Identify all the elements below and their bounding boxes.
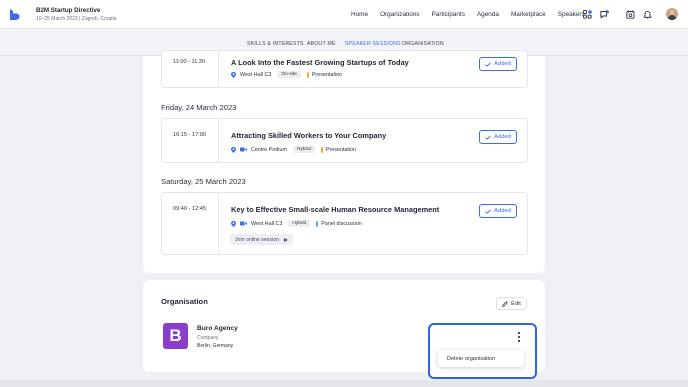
organisation-heading: Organisation bbox=[161, 297, 208, 306]
edit-label: Edit bbox=[511, 300, 521, 307]
user-avatar[interactable] bbox=[666, 8, 678, 20]
added-button[interactable]: Added bbox=[479, 57, 517, 71]
session-meta: Centre Podium Hybrid Presentation bbox=[231, 146, 356, 153]
session-location: Centre Podium bbox=[251, 146, 287, 153]
session-card: 16:15 - 17:00 Attracting Skilled Workers… bbox=[161, 118, 528, 163]
main-nav: Home Organizations Participants Agenda M… bbox=[351, 11, 597, 18]
organisation-type: Company bbox=[197, 335, 219, 341]
added-button[interactable]: Added bbox=[479, 204, 517, 218]
added-label: Added bbox=[494, 61, 511, 67]
tab-skills-interests[interactable]: SKILLS & INTERESTS bbox=[247, 41, 304, 47]
organisation-logo: B bbox=[163, 323, 188, 349]
session-time: 09:40 - 12:45 bbox=[173, 206, 206, 212]
card-divider bbox=[218, 193, 219, 254]
event-title: B2M Startup Directive bbox=[36, 7, 101, 14]
session-time: 11:00 - 11:30 bbox=[173, 59, 206, 65]
nav-home[interactable]: Home bbox=[351, 11, 368, 18]
chat-icon[interactable] bbox=[600, 10, 609, 19]
nav-participants[interactable]: Participants bbox=[432, 11, 465, 18]
calendar-icon[interactable] bbox=[626, 10, 635, 19]
session-location: West Hall C3 bbox=[240, 71, 272, 78]
added-button[interactable]: Added bbox=[479, 130, 517, 144]
session-type-marker bbox=[320, 146, 323, 153]
bell-icon[interactable] bbox=[643, 10, 652, 19]
pencil-icon bbox=[502, 300, 508, 307]
day-heading: Friday, 24 March 2023 bbox=[161, 103, 237, 112]
session-location: West Hall C3 bbox=[251, 220, 283, 227]
more-options-icon[interactable] bbox=[516, 332, 522, 342]
apps-icon[interactable] bbox=[583, 10, 592, 19]
organisation-location: Berlin, Germany bbox=[197, 343, 234, 349]
session-type-marker bbox=[316, 220, 319, 227]
play-icon bbox=[283, 237, 288, 242]
page-footer bbox=[0, 380, 688, 387]
checkmark-icon bbox=[485, 134, 491, 140]
session-card: 09:40 - 12:45 Key to Effective Small-sca… bbox=[161, 192, 528, 255]
session-type: Presentation bbox=[311, 71, 343, 78]
checkmark-icon bbox=[485, 208, 491, 214]
location-pin-icon bbox=[231, 220, 236, 227]
nav-speakers[interactable]: Speakers bbox=[558, 11, 585, 18]
top-header: B2M Startup Directive 10–25 March 2023 |… bbox=[0, 0, 688, 29]
nav-organizations[interactable]: Organizations bbox=[380, 11, 419, 18]
session-mode-badge: Hybrid bbox=[288, 220, 311, 227]
join-online-session-button[interactable]: Join online session bbox=[230, 234, 293, 245]
session-type: Panel discussion bbox=[321, 220, 362, 227]
delete-organisation-menu-item[interactable]: Delete organisation bbox=[438, 350, 524, 367]
added-label: Added bbox=[494, 134, 511, 140]
organisation-name[interactable]: Buro Agency bbox=[197, 325, 238, 332]
card-divider bbox=[218, 51, 219, 87]
nav-agenda[interactable]: Agenda bbox=[477, 11, 499, 18]
day-heading: Saturday, 25 March 2023 bbox=[161, 177, 246, 186]
tab-organisation[interactable]: ORGANISATION bbox=[402, 41, 444, 47]
session-time: 16:15 - 17:00 bbox=[173, 132, 206, 138]
session-title[interactable]: A Look Into the Fastest Growing Startups… bbox=[231, 58, 409, 67]
checkmark-icon bbox=[485, 61, 491, 67]
session-card: 11:00 - 11:30 A Look Into the Fastest Gr… bbox=[161, 50, 528, 88]
session-type: Presentation bbox=[325, 146, 357, 153]
session-meta: West Hall C3 Hybrid Panel discussion bbox=[231, 220, 362, 227]
app-logo-icon[interactable] bbox=[9, 8, 20, 21]
location-pin-icon bbox=[231, 146, 236, 153]
added-label: Added bbox=[494, 208, 511, 214]
event-subtitle: 10–25 March 2023 | Zagreb, Croatia bbox=[36, 16, 117, 22]
session-mode-badge: Hybrid bbox=[292, 146, 315, 153]
session-mode-badge: On-site bbox=[277, 71, 301, 78]
event-brand: B2M Startup Directive 10–25 March 2023 |… bbox=[36, 7, 117, 22]
session-meta: West Hall C3 On-site Presentation bbox=[231, 71, 342, 78]
video-camera-icon bbox=[240, 221, 247, 226]
edit-organisation-button[interactable]: Edit bbox=[496, 297, 527, 310]
tab-about-me[interactable]: ABOUT ME bbox=[307, 41, 336, 47]
session-title[interactable]: Key to Effective Small-scale Human Resou… bbox=[231, 205, 439, 214]
location-pin-icon bbox=[231, 71, 236, 78]
join-online-session-label: Join online session bbox=[235, 236, 279, 243]
organisation-logo-letter: B bbox=[169, 326, 182, 345]
card-divider bbox=[218, 119, 219, 162]
nav-marketplace[interactable]: Marketplace bbox=[511, 11, 546, 18]
tab-speaker-sessions[interactable]: SPEAKER SESSIONS bbox=[345, 41, 401, 47]
session-title[interactable]: Attracting Skilled Workers to Your Compa… bbox=[231, 131, 386, 140]
session-type-marker bbox=[306, 71, 309, 78]
video-camera-icon bbox=[240, 147, 247, 152]
delete-organisation-label: Delete organisation bbox=[447, 355, 496, 362]
